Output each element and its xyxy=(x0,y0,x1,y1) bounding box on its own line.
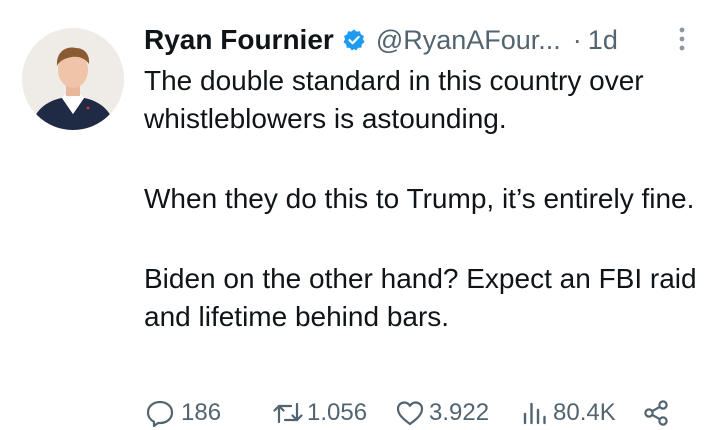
tweet-card[interactable]: Ryan Fournier @RyanAFour... · 1d The dou… xyxy=(0,0,720,428)
more-vertical-icon[interactable] xyxy=(678,26,686,52)
reply-count: 186 xyxy=(181,399,222,426)
tweet-paragraph: The double standard in this country over… xyxy=(144,65,644,134)
views-count: 80.4K xyxy=(553,399,616,426)
avatar[interactable] xyxy=(22,28,124,130)
reply-icon xyxy=(145,398,175,428)
like-count: 3.922 xyxy=(429,399,490,426)
header-separator: · xyxy=(572,24,582,55)
timestamp[interactable]: 1d xyxy=(588,25,618,56)
tweet-paragraph: Biden on the other hand? Expect an FBI r… xyxy=(144,263,697,332)
tweet-header: Ryan Fournier @RyanAFour... · 1d xyxy=(144,20,618,60)
verified-badge-icon xyxy=(342,28,366,52)
share-icon xyxy=(641,398,671,428)
retweet-icon xyxy=(271,398,305,428)
heart-icon xyxy=(395,398,425,428)
tweet-text: The double standard in this country over… xyxy=(144,62,714,336)
views-chart-icon xyxy=(521,398,549,428)
tweet-paragraph: When they do this to Trump, it’s entirel… xyxy=(144,183,695,214)
author-handle[interactable]: @RyanAFour... xyxy=(376,25,561,56)
author-name[interactable]: Ryan Fournier xyxy=(144,24,334,56)
retweet-count: 1.056 xyxy=(307,399,368,426)
